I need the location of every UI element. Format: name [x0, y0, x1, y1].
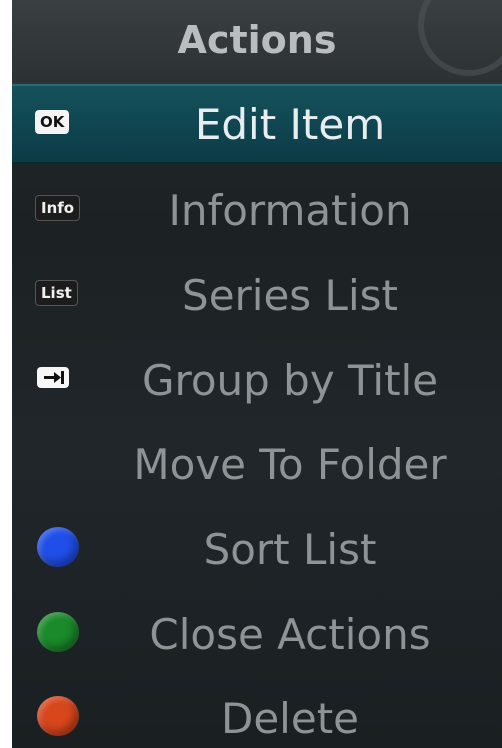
menu-item-label: Group by Title — [141, 356, 439, 405]
menu-item-series-list[interactable]: List Series List — [12, 255, 502, 331]
menu-item-group-by-title[interactable]: Group by Title — [12, 340, 502, 416]
menu-item-delete[interactable]: Delete — [12, 678, 502, 748]
menu-item-label: Series List — [182, 271, 398, 320]
menu-item-label: Edit Item — [194, 100, 386, 149]
actions-menu: Actions OK Edit Item Info Information Li… — [12, 0, 502, 748]
menu-item-label: Information — [168, 186, 412, 235]
menu-item-sort-list[interactable]: Sort List — [12, 509, 502, 585]
menu-item-label: Move To Folder — [133, 440, 447, 489]
menu-item-move-to-folder[interactable]: Move To Folder — [12, 424, 502, 500]
menu-item-label: Sort List — [203, 525, 377, 574]
menu-item-edit-item[interactable]: OK Edit Item — [12, 84, 502, 164]
menu-item-label: Delete — [221, 694, 359, 743]
menu-item-close-actions[interactable]: Close Actions — [12, 594, 502, 670]
menu-item-label: Close Actions — [149, 610, 431, 659]
menu-item-information[interactable]: Info Information — [12, 170, 502, 246]
menu-title: Actions — [177, 18, 337, 62]
menu-header: Actions — [12, 0, 502, 85]
